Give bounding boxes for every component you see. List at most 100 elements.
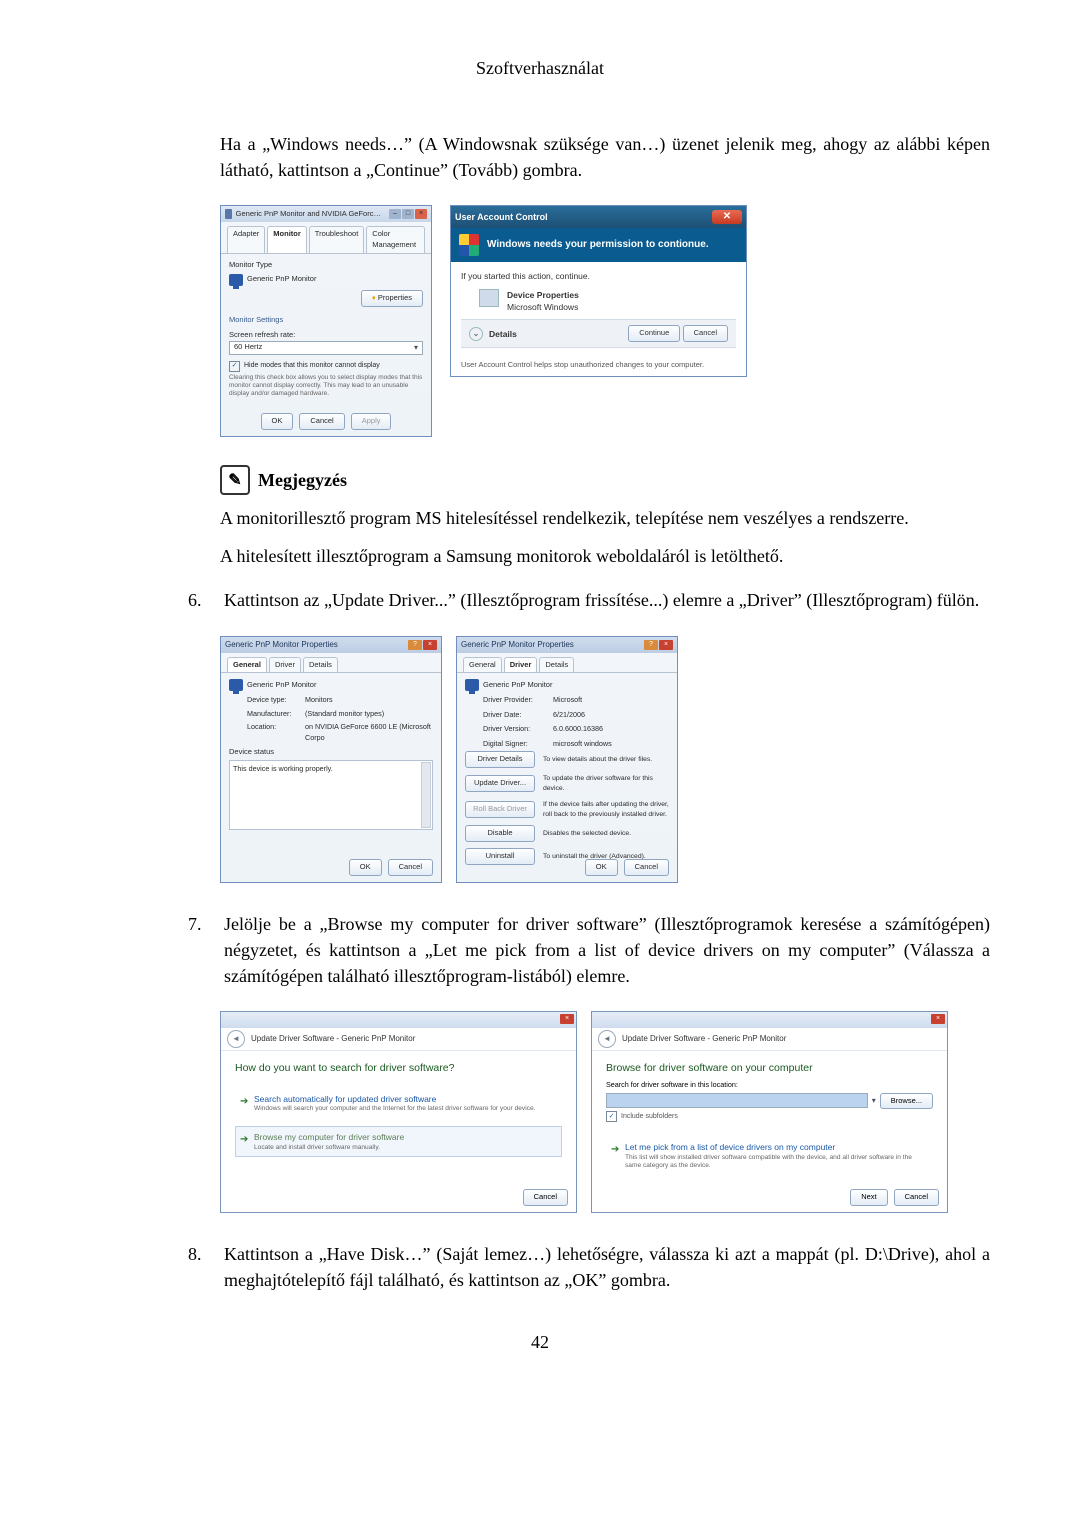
minimize-button[interactable]: ‒ (389, 209, 401, 219)
option-search-auto[interactable]: ➔ Search automatically for updated drive… (235, 1088, 562, 1118)
tab-general[interactable]: General (227, 657, 267, 673)
uac-titlebar: User Account Control ✕ (451, 206, 746, 228)
v-mfr: (Standard monitor types) (305, 709, 433, 719)
titlebar: Generic PnP Monitor Properties ? × (221, 637, 441, 653)
apply-button[interactable]: Apply (351, 413, 392, 430)
step-text: Kattintson az „Update Driver...” (Illesz… (224, 587, 990, 613)
device-properties-driver: Generic PnP Monitor Properties ? × Gener… (456, 636, 678, 883)
ok-button[interactable]: OK (349, 859, 382, 876)
arrow-icon: ➔ (240, 1133, 248, 1148)
step-8: 8. Kattintson a „Have Disk…” (Saját leme… (188, 1241, 990, 1293)
uac-details-row: ⌄ Details Continue Cancel (461, 319, 736, 348)
rollback-driver-button[interactable]: Roll Back Driver (465, 801, 535, 818)
k-sign: Digital Signer: (483, 739, 553, 749)
tab-monitor[interactable]: Monitor (267, 226, 307, 253)
ok-button[interactable]: OK (261, 413, 294, 430)
monitor-icon (465, 679, 479, 691)
continue-button[interactable]: Continue (628, 325, 680, 342)
device-properties-general: Generic PnP Monitor Properties ? × Gener… (220, 636, 442, 883)
hide-modes-checkbox[interactable]: ✓ Hide modes that this monitor cannot di… (229, 361, 423, 372)
tab-color-management[interactable]: Color Management (366, 226, 425, 253)
breadcrumb-text: Update Driver Software - Generic PnP Mon… (251, 1033, 415, 1045)
body-column: Ha a „Windows needs…” (A Windowsnak szük… (220, 131, 990, 569)
tabstrip: General Driver Details (221, 653, 441, 674)
figure-row-2: Generic PnP Monitor Properties ? × Gener… (220, 636, 990, 883)
close-button[interactable]: ✕ (712, 210, 742, 224)
breadcrumb: ◄ Update Driver Software - Generic PnP M… (592, 1028, 947, 1051)
update-driver-desc: To update the driver software for this d… (543, 774, 669, 794)
properties-button-label: Properties (378, 293, 412, 302)
disable-desc: Disables the selected device. (543, 829, 669, 839)
chevron-down-icon[interactable]: ▾ (872, 1095, 876, 1107)
cancel-button[interactable]: Cancel (624, 859, 669, 876)
k-ver: Driver Version: (483, 724, 553, 734)
include-subfolders-checkbox[interactable]: ✓ Include subfolders (606, 1111, 933, 1122)
maximize-button[interactable]: □ (402, 209, 414, 219)
titlebar: × (592, 1012, 947, 1028)
cancel-button[interactable]: Cancel (894, 1189, 939, 1206)
device-row: Generic PnP Monitor (229, 679, 433, 691)
v-date: 6/21/2006 (553, 710, 669, 720)
step-number: 8. (188, 1241, 206, 1293)
option-let-me-pick[interactable]: ➔ Let me pick from a list of device driv… (606, 1136, 933, 1174)
device-name: Generic PnP Monitor (247, 680, 316, 691)
driver-details-button[interactable]: Driver Details (465, 751, 535, 768)
location-label: Search for driver software in this locat… (592, 1080, 947, 1090)
dialog-buttons: OK Cancel (457, 859, 677, 876)
tab-driver[interactable]: Driver (504, 657, 538, 673)
close-button[interactable]: × (423, 640, 437, 650)
cancel-button[interactable]: Cancel (388, 859, 433, 876)
close-button[interactable]: × (560, 1014, 574, 1024)
tab-details[interactable]: Details (303, 657, 338, 673)
window-buttons: ? × (644, 640, 673, 650)
back-icon[interactable]: ◄ (598, 1030, 616, 1048)
arrow-icon: ➔ (611, 1143, 619, 1158)
monitor-icon (229, 679, 243, 691)
tab-driver[interactable]: Driver (269, 657, 301, 673)
close-button[interactable]: × (659, 640, 673, 650)
cancel-button[interactable]: Cancel (683, 325, 728, 342)
close-button[interactable]: × (931, 1014, 945, 1024)
back-icon[interactable]: ◄ (227, 1030, 245, 1048)
document-page: Szoftverhasználat Ha a „Windows needs…” … (0, 0, 1080, 1527)
disable-button[interactable]: Disable (465, 825, 535, 842)
option-title: Browse my computer for driver software (254, 1131, 557, 1143)
properties-button[interactable]: ♦ Properties (361, 290, 423, 307)
breadcrumb-text: Update Driver Software - Generic PnP Mon… (622, 1033, 786, 1045)
device-name: Generic PnP Monitor (483, 680, 552, 691)
help-button[interactable]: ? (644, 640, 658, 650)
next-button[interactable]: Next (850, 1189, 887, 1206)
tab-general[interactable]: General (463, 657, 502, 673)
tab-details[interactable]: Details (539, 657, 574, 673)
wizard-footer: Cancel (523, 1189, 568, 1206)
intro-paragraph: Ha a „Windows needs…” (A Windowsnak szük… (220, 131, 990, 183)
cancel-button[interactable]: Cancel (523, 1189, 568, 1206)
step-6: 6. Kattintson az „Update Driver...” (Ill… (188, 587, 990, 613)
browse-button[interactable]: Browse... (880, 1093, 933, 1110)
help-button[interactable]: ? (408, 640, 422, 650)
refresh-rate-select[interactable]: 60 Hertz ▾ (229, 341, 423, 355)
uac-details-toggle[interactable]: ⌄ Details (469, 327, 517, 341)
driver-kv: Driver Provider: Microsoft Driver Date: … (483, 695, 669, 749)
option-browse-computer[interactable]: ➔ Browse my computer for driver software… (235, 1126, 562, 1156)
location-input[interactable] (606, 1093, 868, 1108)
tab-troubleshoot[interactable]: Troubleshoot (309, 226, 365, 253)
tab-adapter[interactable]: Adapter (227, 226, 265, 253)
window-title: Generic PnP Monitor Properties (461, 639, 574, 651)
update-driver-button[interactable]: Update Driver... (465, 775, 535, 792)
uac-app-lines: Device Properties Microsoft Windows (507, 289, 579, 314)
cancel-button[interactable]: Cancel (299, 413, 344, 430)
uac-banner: Windows needs your permission to contion… (451, 228, 746, 262)
device-row: Generic PnP Monitor (465, 679, 669, 691)
scrollbar[interactable] (421, 762, 431, 828)
v-ver: 6.0.6000.16386 (553, 724, 669, 734)
k-type: Device type: (247, 695, 305, 705)
titlebar: × (221, 1012, 576, 1028)
ok-button[interactable]: OK (585, 859, 618, 876)
uac-app-info: Device Properties Microsoft Windows (479, 289, 736, 314)
refresh-rate-label: Screen refresh rate: (229, 330, 423, 341)
monitor-tab-body: Monitor Type Generic PnP Monitor ♦ Prope… (221, 254, 431, 402)
close-button[interactable]: × (415, 209, 427, 219)
k-prov: Driver Provider: (483, 695, 553, 705)
general-tab-body: Generic PnP Monitor Device type: Monitor… (221, 673, 441, 834)
